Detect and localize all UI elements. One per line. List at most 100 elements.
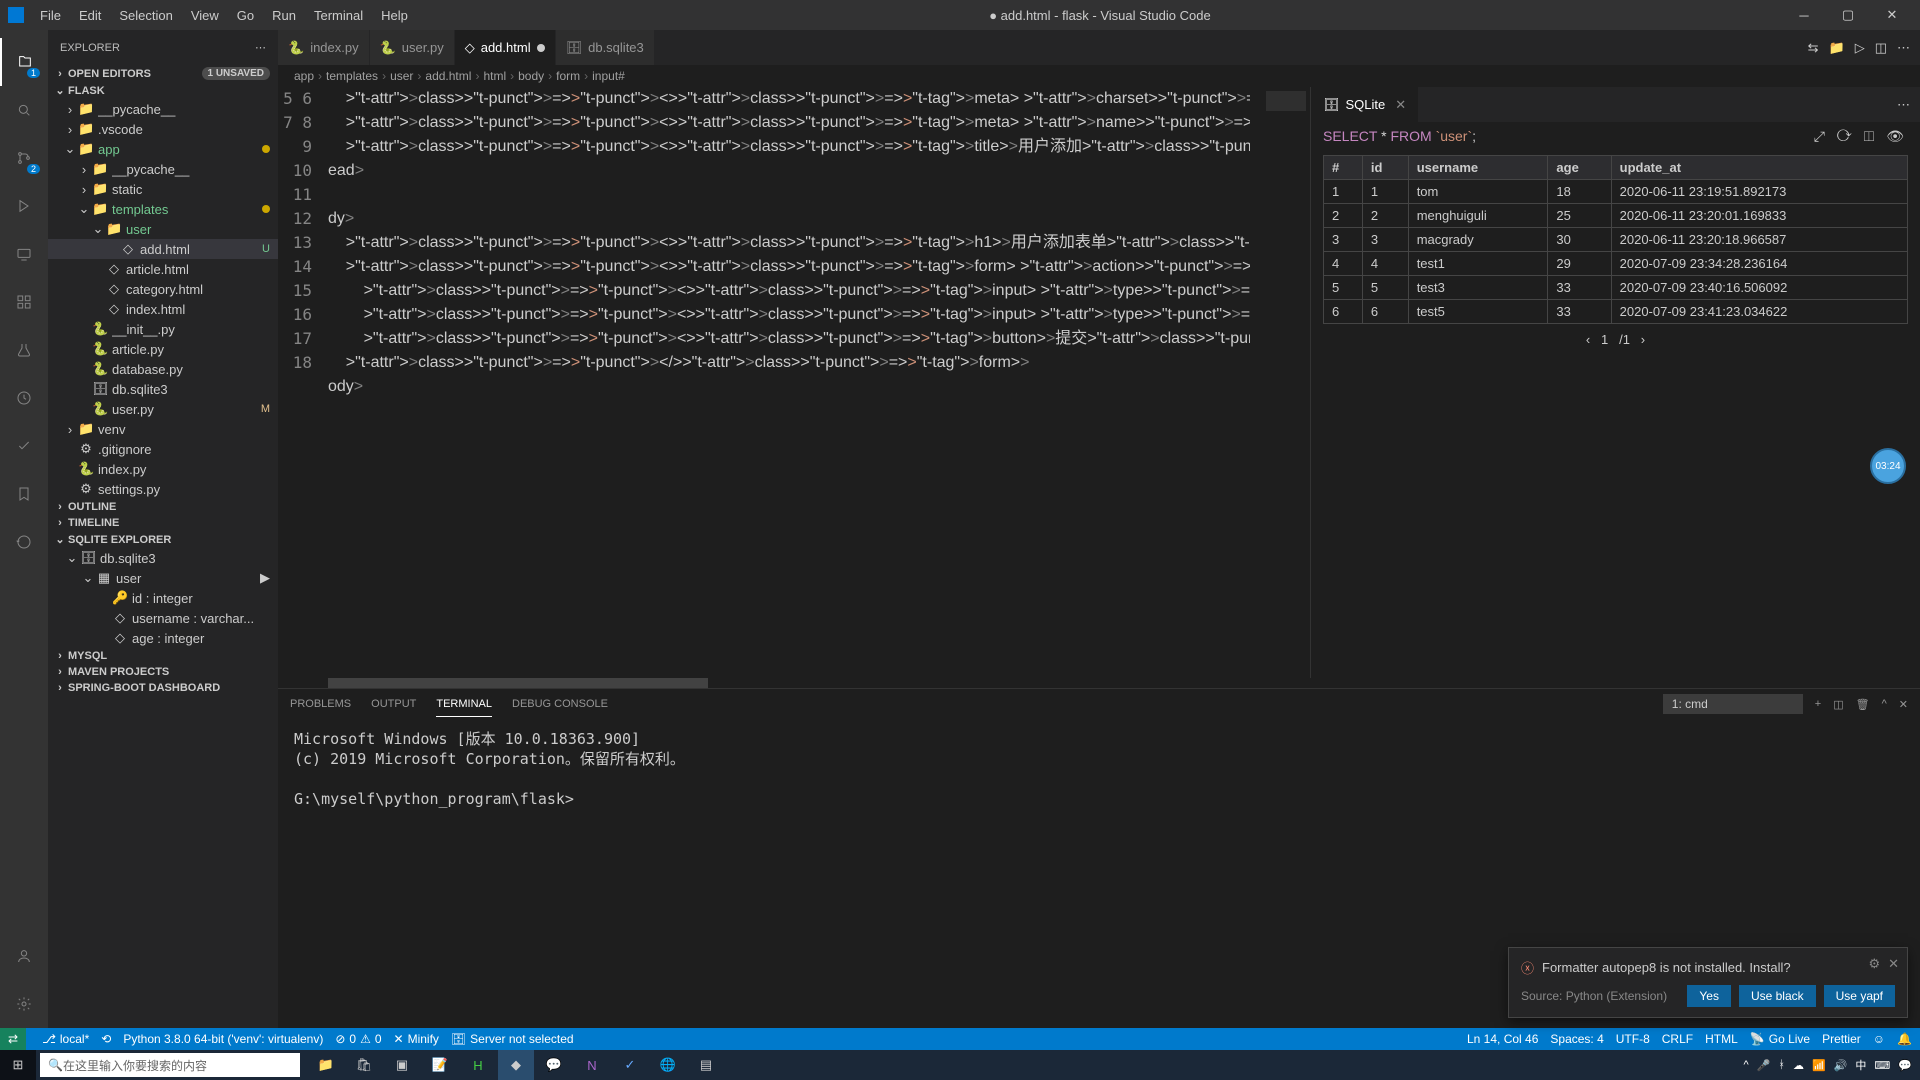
breadcrumb-item[interactable]: templates — [326, 69, 378, 83]
menu-edit[interactable]: Edit — [71, 4, 109, 27]
table-header[interactable]: update_at — [1611, 156, 1907, 180]
sqlite-col-id[interactable]: 🔑id : integer — [48, 588, 278, 608]
outline-section[interactable]: ›OUTLINE — [48, 499, 278, 515]
sqlite-db-item[interactable]: ⌄🗄db.sqlite3 — [48, 548, 278, 568]
sqlite-col-username[interactable]: ◇username : varchar... — [48, 608, 278, 628]
notification-gear-icon[interactable]: ⚙ — [1868, 956, 1880, 972]
tree-item[interactable]: ◇add.htmlU — [48, 239, 278, 259]
tray-keyboard-icon[interactable]: ⌨ — [1874, 1059, 1890, 1072]
taskbar-app-notepad[interactable]: 📝 — [422, 1050, 458, 1080]
breadcrumb-item[interactable]: app — [294, 69, 314, 83]
tray-wifi-icon[interactable]: 📶 — [1812, 1059, 1826, 1072]
start-button[interactable]: ⊞ — [0, 1050, 36, 1080]
taskbar-app-hbuilder[interactable]: H — [460, 1050, 496, 1080]
menu-terminal[interactable]: Terminal — [306, 4, 371, 27]
tree-item[interactable]: 🐍article.py — [48, 339, 278, 359]
breadcrumb-item[interactable]: user — [390, 69, 413, 83]
open-changes-icon[interactable]: 📁 — [1829, 40, 1845, 56]
editor-tab[interactable]: 🐍user.py — [370, 30, 455, 65]
tray-chevron-icon[interactable]: ^ — [1744, 1059, 1749, 1071]
taskbar-app-other[interactable]: ▤ — [688, 1050, 724, 1080]
taskbar-search[interactable]: 🔍 在这里输入你要搜索的内容 — [40, 1053, 300, 1077]
panel-tab-terminal[interactable]: TERMINAL — [436, 692, 492, 717]
code-editor[interactable]: 5 6 7 8 9 10 11 12 13 14 15 16 17 18 >"t… — [278, 87, 1310, 678]
code-content[interactable]: >"t-attr">>class>>"t-punct">>=>>"t-punct… — [328, 87, 1250, 678]
status-bell-icon[interactable]: 🔔 — [1897, 1032, 1912, 1046]
open-editors-section[interactable]: › OPEN EDITORS 1 UNSAVED — [48, 65, 278, 82]
status-eol[interactable]: CRLF — [1662, 1032, 1693, 1046]
notification-yes-button[interactable]: Yes — [1687, 985, 1731, 1007]
taskbar-app-wechat[interactable]: 💬 — [536, 1050, 572, 1080]
notification-close-icon[interactable]: ✕ — [1888, 956, 1899, 972]
tree-item[interactable]: 🐍__init__.py — [48, 319, 278, 339]
new-terminal-icon[interactable]: + — [1815, 692, 1821, 716]
menu-selection[interactable]: Selection — [111, 4, 180, 27]
tree-item[interactable]: 🗄db.sqlite3 — [48, 379, 278, 399]
status-golive[interactable]: 📡 Go Live — [1750, 1032, 1810, 1046]
pager-prev-icon[interactable]: ‹ — [1586, 332, 1590, 347]
run-debug-icon[interactable] — [0, 182, 48, 230]
status-branch[interactable]: ⎇ local* — [42, 1032, 89, 1046]
maximize-button[interactable]: ▢ — [1828, 0, 1868, 30]
table-header[interactable]: id — [1362, 156, 1408, 180]
breadcrumb-item[interactable]: body — [518, 69, 544, 83]
tree-item[interactable]: ⚙.gitignore — [48, 439, 278, 459]
springboot-section[interactable]: ›SPRING-BOOT DASHBOARD — [48, 680, 278, 696]
tree-item[interactable]: 🐍database.py — [48, 359, 278, 379]
editor-tab[interactable]: 🗄db.sqlite3 — [556, 30, 655, 65]
tree-item[interactable]: ⚙settings.py — [48, 479, 278, 499]
maven-section[interactable]: ›MAVEN PROJECTS — [48, 664, 278, 680]
menu-file[interactable]: File — [32, 4, 69, 27]
account-icon[interactable] — [0, 932, 48, 980]
breadcrumb-item[interactable]: add.html — [425, 69, 471, 83]
status-minify[interactable]: ✕ Minify — [394, 1032, 439, 1046]
sqlite-table-item[interactable]: ⌄▦user▶ — [48, 568, 278, 588]
sqlite-col-age[interactable]: ◇age : integer — [48, 628, 278, 648]
menu-go[interactable]: Go — [229, 4, 262, 27]
menu-run[interactable]: Run — [264, 4, 304, 27]
menu-view[interactable]: View — [183, 4, 227, 27]
status-prettier[interactable]: Prettier — [1822, 1032, 1861, 1046]
menu-help[interactable]: Help — [373, 4, 416, 27]
explorer-icon[interactable]: 1 — [0, 38, 48, 86]
tray-notifications-icon[interactable]: 💬 — [1898, 1059, 1912, 1072]
notification-yapf-button[interactable]: Use yapf — [1824, 985, 1895, 1007]
taskbar-app-explorer[interactable]: 📁 — [308, 1050, 344, 1080]
notification-black-button[interactable]: Use black — [1739, 985, 1816, 1007]
bookmark-icon[interactable] — [0, 470, 48, 518]
panel-tab-debug[interactable]: DEBUG CONSOLE — [512, 692, 608, 716]
tree-item[interactable]: ›📁static — [48, 179, 278, 199]
sqlite-more-icon[interactable]: ⋯ — [1897, 97, 1910, 113]
sql-action-icons[interactable]: ⤢ ⟳ ◫ 👁 — [1814, 128, 1908, 145]
run-icon[interactable]: ▷ — [1855, 40, 1865, 56]
table-row[interactable]: 55test3332020-07-09 23:40:16.506092 — [1324, 276, 1908, 300]
status-feedback-icon[interactable]: ☺ — [1873, 1032, 1885, 1046]
table-row[interactable]: 66test5332020-07-09 23:41:23.034622 — [1324, 300, 1908, 324]
tree-item[interactable]: 🐍user.pyM — [48, 399, 278, 419]
taskbar-app-vscode[interactable]: ◆ — [498, 1050, 534, 1080]
more-actions-icon[interactable]: ⋯ — [1897, 40, 1910, 56]
maximize-panel-icon[interactable]: ^ — [1882, 692, 1887, 716]
tree-item[interactable]: ◇category.html — [48, 279, 278, 299]
tree-item[interactable]: ⌄📁templates — [48, 199, 278, 219]
remote-indicator[interactable]: ⇄ — [0, 1028, 26, 1050]
status-lang[interactable]: HTML — [1705, 1032, 1738, 1046]
sqlite-tab[interactable]: 🗄 SQLite ✕ — [1311, 87, 1418, 122]
tree-item[interactable]: ›📁__pycache__ — [48, 159, 278, 179]
kill-terminal-icon[interactable]: 🗑 — [1856, 692, 1870, 717]
tray-cloud-icon[interactable]: ☁ — [1793, 1059, 1804, 1072]
tree-item[interactable]: ◇index.html — [48, 299, 278, 319]
tree-item[interactable]: ⌄📁user — [48, 219, 278, 239]
status-spaces[interactable]: Spaces: 4 — [1550, 1032, 1603, 1046]
sqlite-explorer-section[interactable]: ⌄SQLITE EXPLORER — [48, 531, 278, 548]
tree-item[interactable]: ›📁venv — [48, 419, 278, 439]
terminal-selector[interactable]: 1: cmd — [1663, 694, 1803, 714]
extensions-icon[interactable] — [0, 278, 48, 326]
tree-item[interactable]: ›📁__pycache__ — [48, 99, 278, 119]
breadcrumb-item[interactable]: form — [556, 69, 580, 83]
split-terminal-icon[interactable]: ◫ — [1833, 692, 1843, 717]
breadcrumb-item[interactable]: input# — [592, 69, 625, 83]
table-header[interactable]: # — [1324, 156, 1363, 180]
status-encoding[interactable]: UTF-8 — [1616, 1032, 1650, 1046]
status-cursor[interactable]: Ln 14, Col 46 — [1467, 1032, 1538, 1046]
